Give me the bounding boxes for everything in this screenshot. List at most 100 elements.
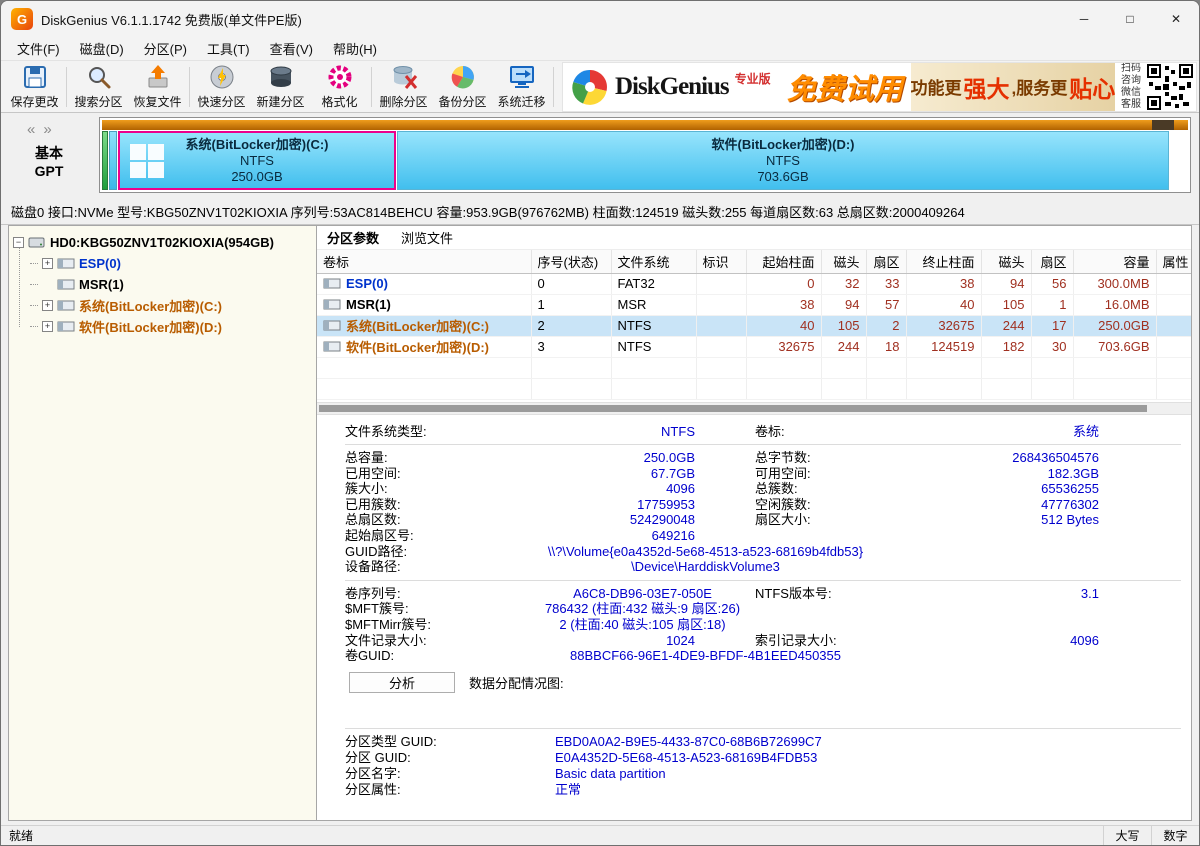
tree-item-software-d[interactable]: + 软件(BitLocker加密)(D:)	[30, 316, 314, 337]
save-changes-button[interactable]: 保存更改	[5, 63, 64, 111]
partition-fs: NTFS	[240, 153, 274, 169]
prev-disk-icon[interactable]: «	[27, 121, 43, 138]
tab-browse-files[interactable]: 浏览文件	[401, 228, 453, 247]
detail-row: 分区名字:Basic data partition	[345, 766, 1191, 782]
cell-flag	[696, 315, 746, 336]
col-end-head: 磁头	[981, 250, 1031, 273]
diskgenius-window: G DiskGenius V6.1.1.1742 免费版(单文件PE版) ─ □…	[0, 0, 1200, 846]
backup-partition-icon	[449, 63, 477, 91]
menu-file[interactable]: 文件(F)	[7, 36, 70, 61]
tree-item-msr[interactable]: MSR(1)	[30, 274, 314, 295]
cell-capacity: 16.0MB	[1073, 294, 1156, 315]
scrollbar-thumb[interactable]	[319, 405, 1147, 412]
tree-root-disk[interactable]: − HD0:KBG50ZNV1T02KIOXIA(954GB)	[13, 232, 314, 253]
cell-end-sec: 17	[1031, 315, 1073, 336]
detail-row: 总容量:250.0GB总字节数:268436504576	[345, 450, 1191, 466]
cell-start-head: 244	[821, 336, 866, 357]
search-partition-button[interactable]: 搜索分区	[69, 63, 128, 111]
qr-panel[interactable]: 扫码咨询 微信客服	[1115, 63, 1196, 111]
cell-flag	[696, 294, 746, 315]
partition-block-d[interactable]: 软件(BitLocker加密)(D:) NTFS 703.6GB	[397, 131, 1169, 190]
tree-item-esp[interactable]: + ESP(0)	[30, 253, 314, 274]
detail-label: 总簇数:	[755, 481, 915, 497]
tool-label: 保存更改	[10, 93, 58, 110]
partition-block-esp[interactable]	[102, 131, 108, 190]
col-start-sector: 扇区	[866, 250, 906, 273]
expand-icon[interactable]: +	[42, 258, 53, 269]
partition-row-software-d[interactable]: 软件(BitLocker加密)(D:) 3 NTFS 32675 244 18 …	[317, 336, 1191, 357]
partition-icon	[57, 321, 75, 332]
detail-row: 已用簇数:17759953空闲簇数:47776302	[345, 497, 1191, 513]
system-migration-button[interactable]: 系统迁移	[492, 63, 551, 111]
window-title: DiskGenius V6.1.1.1742 免费版(单文件PE版)	[41, 10, 302, 29]
cell-end-head: 182	[981, 336, 1031, 357]
expand-icon[interactable]: +	[42, 321, 53, 332]
close-button[interactable]: ✕	[1153, 1, 1199, 37]
expand-icon[interactable]: +	[42, 300, 53, 311]
menu-tools[interactable]: 工具(T)	[197, 36, 260, 61]
qr-caption-line: 微信客服	[1118, 87, 1144, 111]
partition-row-esp[interactable]: ESP(0) 0 FAT32 0 32 33 38 94 56 300.0MB	[317, 273, 1191, 294]
detail-label: 文件记录大小:	[345, 633, 530, 649]
quick-partition-button[interactable]: 快速分区	[192, 63, 251, 111]
partition-block-c[interactable]: 系统(BitLocker加密)(C:) NTFS 250.0GB	[118, 131, 396, 190]
cell-end-cyl: 40	[906, 294, 981, 315]
detail-value: 65536255	[915, 481, 1191, 497]
cell-fs: NTFS	[611, 336, 696, 357]
tree-item-system-c[interactable]: + 系统(BitLocker加密)(C:)	[30, 295, 314, 316]
horizontal-scrollbar[interactable]	[317, 402, 1191, 415]
maximize-button[interactable]: □	[1107, 1, 1153, 37]
tree-connector	[30, 326, 38, 327]
partition-row-system-c[interactable]: 系统(BitLocker加密)(C:) 2 NTFS 40 105 2 3267…	[317, 315, 1191, 336]
analyze-button[interactable]: 分析	[349, 672, 455, 693]
col-attr: 属性	[1156, 250, 1191, 273]
cell-capacity: 300.0MB	[1073, 273, 1156, 294]
menu-view[interactable]: 查看(V)	[260, 36, 323, 61]
delete-partition-icon	[390, 63, 418, 91]
delete-partition-button[interactable]: 删除分区	[374, 63, 433, 111]
menu-disk[interactable]: 磁盘(D)	[70, 36, 134, 61]
quick-partition-icon	[208, 63, 236, 91]
detail-label: 总扇区数:	[345, 512, 530, 528]
menu-partition[interactable]: 分区(P)	[134, 36, 197, 61]
detail-row: 卷序列号:A6C8-DB96-03E7-050ENTFS版本号:3.1	[345, 586, 1191, 602]
detail-row: GUID路径:\\?\Volume{e0a4352d-5e68-4513-a52…	[345, 544, 1191, 560]
new-partition-button[interactable]: 新建分区	[251, 63, 310, 111]
partition-row-msr[interactable]: MSR(1) 1 MSR 38 94 57 40 105 1 16.0MB	[317, 294, 1191, 315]
detail-label: 分区类型 GUID:	[345, 734, 555, 750]
detail-value: 正常	[555, 782, 1191, 798]
collapse-icon[interactable]: −	[13, 237, 24, 248]
col-seq-status: 序号(状态)	[531, 250, 611, 273]
partition-block-msr[interactable]	[109, 131, 117, 190]
partition-icon	[57, 258, 75, 269]
tab-partition-params[interactable]: 分区参数	[327, 228, 379, 247]
col-end-sector: 扇区	[1031, 250, 1073, 273]
detail-row: 卷GUID:88BBCF66-96E1-4DE9-BFDF-4B1EED4503…	[345, 648, 1191, 664]
section-divider	[345, 444, 1181, 445]
partition-icon	[323, 341, 341, 352]
detail-value: 524290048	[530, 512, 695, 528]
detail-row: 总扇区数:524290048扇区大小:512 Bytes	[345, 512, 1191, 528]
tree-connector	[30, 263, 38, 264]
promo-banner[interactable]: DiskGenius 专业版 免费试用 功能更 强大 ,服务更 贴心 扫码咨询 …	[562, 62, 1197, 112]
cell-start-head: 32	[821, 273, 866, 294]
window-controls: ─ □ ✕	[1061, 1, 1199, 37]
detail-row: 设备路径:\Device\HarddiskVolume3	[345, 559, 1191, 575]
slogan-part: 贴心	[1069, 70, 1115, 104]
col-flag: 标识	[696, 250, 746, 273]
section-divider	[345, 728, 1181, 729]
empty-row	[317, 357, 1191, 378]
minimize-button[interactable]: ─	[1061, 1, 1107, 37]
cell-start-head: 105	[821, 315, 866, 336]
volume-label: MSR(1)	[346, 297, 391, 312]
slogan-part: ,服务更	[1011, 74, 1067, 99]
menu-help[interactable]: 帮助(H)	[323, 36, 387, 61]
panel-tabs: 分区参数 浏览文件	[317, 226, 1191, 250]
format-button[interactable]: 格式化	[310, 63, 369, 111]
detail-label: NTFS版本号:	[755, 586, 915, 602]
backup-partition-button[interactable]: 备份分区	[433, 63, 492, 111]
detail-row: 簇大小:4096总簇数:65536255	[345, 481, 1191, 497]
next-disk-icon[interactable]: »	[43, 121, 59, 138]
recover-files-button[interactable]: 恢复文件	[128, 63, 187, 111]
detail-label: 起始扇区号:	[345, 528, 530, 544]
